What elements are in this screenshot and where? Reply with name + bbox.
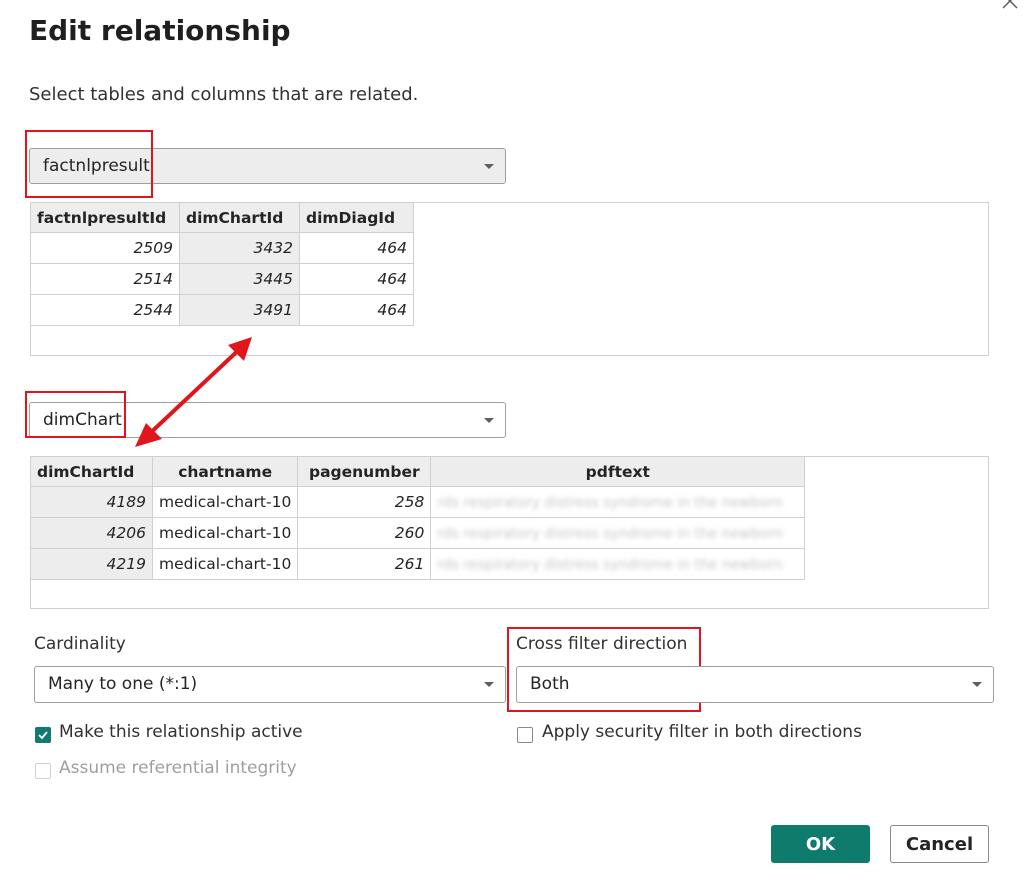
checkmark-icon	[38, 731, 48, 740]
referential-integrity-label: Assume referential integrity	[59, 758, 297, 778]
close-icon[interactable]	[997, 0, 1023, 18]
table1-column-header[interactable]: dimChartId	[179, 202, 300, 233]
cross-filter-select[interactable]: Both	[516, 666, 994, 703]
table-cell: rds respiratory distress syndrome in the…	[430, 517, 806, 549]
table-row: 2509 3432 464	[30, 232, 414, 264]
blurred-text: rds respiratory distress syndrome in the…	[437, 495, 783, 511]
table1-column-header[interactable]: factnlpresultId	[30, 202, 180, 233]
chevron-down-icon	[484, 682, 494, 687]
table-cell: 4189	[30, 486, 153, 518]
table-cell: 464	[299, 263, 414, 295]
security-filter-checkbox[interactable]	[517, 727, 533, 743]
dialog-title: Edit relationship	[29, 14, 291, 47]
table2-column-header[interactable]: pdftext	[430, 456, 806, 487]
chevron-down-icon	[484, 418, 494, 423]
table-cell: 4219	[30, 548, 153, 580]
table-row: 2514 3445 464	[30, 263, 414, 295]
blurred-text: rds respiratory distress syndrome in the…	[437, 526, 783, 542]
cardinality-label: Cardinality	[34, 634, 126, 654]
table-cell: 4206	[30, 517, 153, 549]
table-cell: medical-chart-10	[151, 517, 299, 549]
chevron-down-icon	[484, 164, 494, 169]
table-cell: 2544	[30, 294, 180, 326]
table2-grid: dimChartId chartname pagenumber pdftext …	[30, 456, 806, 580]
active-checkbox-label[interactable]: Make this relationship active	[59, 722, 303, 742]
table1-column-header[interactable]: dimDiagId	[299, 202, 414, 233]
table-cell: 464	[299, 294, 414, 326]
dialog-subtitle: Select tables and columns that are relat…	[29, 84, 419, 105]
security-filter-label[interactable]: Apply security filter in both directions	[542, 722, 862, 742]
table-row: 4219 medical-chart-10 261 rds respirator…	[30, 548, 806, 580]
blurred-text: rds respiratory distress syndrome in the…	[437, 557, 783, 573]
annotation-box-table1	[25, 130, 153, 198]
cross-filter-label: Cross filter direction	[516, 634, 688, 654]
cancel-button[interactable]: Cancel	[890, 825, 989, 863]
table-row: 4189 medical-chart-10 258 rds respirator…	[30, 486, 806, 518]
table2-preview: dimChartId chartname pagenumber pdftext …	[30, 456, 989, 609]
ok-button[interactable]: OK	[771, 825, 870, 863]
referential-integrity-checkbox	[35, 763, 51, 779]
table-cell: 464	[299, 232, 414, 264]
table-cell: medical-chart-10	[151, 486, 299, 518]
table1-grid: factnlpresultId dimChartId dimDiagId 250…	[30, 202, 414, 326]
table-cell: 3491	[179, 294, 300, 326]
table2-column-header[interactable]: chartname	[151, 456, 299, 487]
cardinality-select[interactable]: Many to one (*:1)	[34, 666, 506, 703]
active-checkbox[interactable]	[35, 727, 51, 743]
table-cell: 3445	[179, 263, 300, 295]
table-cell: medical-chart-10	[151, 548, 299, 580]
table-cell: rds respiratory distress syndrome in the…	[430, 548, 806, 580]
table2-column-header[interactable]: pagenumber	[297, 456, 432, 487]
table-cell: 261	[297, 548, 432, 580]
relationship-arrow	[135, 337, 252, 447]
table-cell: 2509	[30, 232, 180, 264]
table-cell: rds respiratory distress syndrome in the…	[430, 486, 806, 518]
table-cell: 2514	[30, 263, 180, 295]
table-cell: 260	[297, 517, 432, 549]
cardinality-value: Many to one (*:1)	[48, 674, 198, 694]
table-cell: 258	[297, 486, 432, 518]
table-row: 4206 medical-chart-10 260 rds respirator…	[30, 517, 806, 549]
chevron-down-icon	[972, 682, 982, 687]
annotation-box-table2	[25, 391, 126, 438]
table-row: 2544 3491 464	[30, 294, 414, 326]
table2-column-header[interactable]: dimChartId	[30, 456, 153, 487]
table-cell: 3432	[179, 232, 300, 264]
cross-filter-value: Both	[530, 674, 570, 694]
